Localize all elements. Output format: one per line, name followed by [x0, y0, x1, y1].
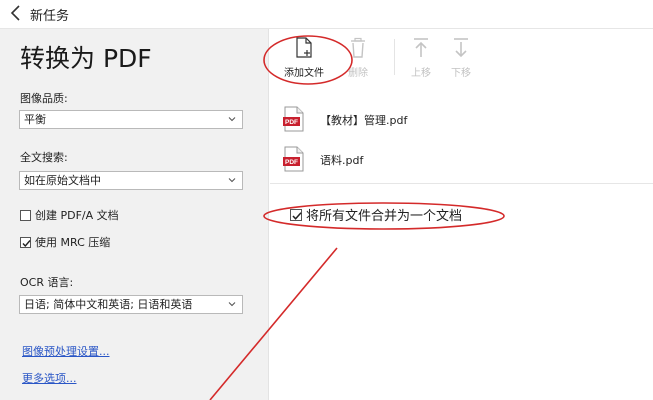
move-down-button[interactable]: 下移: [446, 37, 476, 83]
image-quality-value: 平衡: [24, 113, 46, 126]
move-down-label: 下移: [451, 68, 471, 79]
file-name: 【教材】管理.pdf: [320, 114, 408, 127]
mrc-label: 使用 MRC 压缩: [35, 236, 111, 249]
svg-text:PDF: PDF: [285, 159, 298, 166]
merge-checkbox[interactable]: [290, 209, 302, 221]
move-up-icon: [414, 38, 428, 57]
file-name: 语料.pdf: [320, 154, 364, 167]
pdfa-checkbox[interactable]: [20, 210, 31, 221]
title-bar: 新任务: [0, 0, 653, 29]
svg-text:PDF: PDF: [285, 119, 298, 126]
add-file-icon: [296, 37, 312, 58]
page-title: 转换为 PDF: [20, 44, 152, 73]
file-list: PDF 【教材】管理.pdf PDF 语料.pdf: [270, 88, 653, 184]
delete-button[interactable]: 删除: [340, 37, 376, 83]
ocr-language-select[interactable]: 日语; 简体中文和英语; 日语和英语: [19, 295, 243, 314]
merge-checkbox-row[interactable]: 将所有文件合并为一个文档: [290, 209, 462, 225]
pdf-icon: PDF: [283, 106, 304, 132]
add-file-button[interactable]: 添加文件: [280, 37, 328, 83]
settings-panel: 转换为 PDF 图像品质: 平衡 全文搜索: 如在原始文档中 创建 PDF/A …: [0, 29, 269, 400]
trash-icon: [351, 37, 365, 58]
mrc-checkbox-row[interactable]: 使用 MRC 压缩: [20, 236, 110, 250]
chevron-down-icon: [228, 302, 236, 307]
mrc-checkbox[interactable]: [20, 237, 31, 248]
image-quality-select[interactable]: 平衡: [19, 110, 243, 129]
pdfa-checkbox-row[interactable]: 创建 PDF/A 文档: [20, 209, 119, 223]
fulltext-search-label: 全文搜索:: [20, 151, 68, 164]
move-up-label: 上移: [411, 68, 431, 79]
chevron-down-icon: [228, 178, 236, 183]
back-arrow-icon[interactable]: [8, 3, 24, 23]
pdfa-label: 创建 PDF/A 文档: [35, 209, 119, 222]
toolbar-divider: [394, 39, 395, 75]
file-toolbar: 添加文件 删除 上移 下移: [270, 29, 653, 87]
pdf-icon: PDF: [283, 146, 304, 172]
move-up-button[interactable]: 上移: [406, 37, 436, 83]
ocr-language-value: 日语; 简体中文和英语; 日语和英语: [24, 298, 193, 311]
move-down-icon: [454, 38, 468, 58]
image-quality-label: 图像品质:: [20, 92, 68, 105]
add-file-label: 添加文件: [284, 68, 324, 79]
window-title: 新任务: [30, 9, 70, 24]
fulltext-search-value: 如在原始文档中: [24, 174, 101, 187]
delete-label: 删除: [348, 68, 368, 79]
more-options-link[interactable]: 更多选项...: [22, 370, 77, 386]
chevron-down-icon: [228, 117, 236, 122]
image-preprocess-link[interactable]: 图像预处理设置...: [22, 343, 110, 359]
merge-label: 将所有文件合并为一个文档: [306, 209, 463, 224]
fulltext-search-select[interactable]: 如在原始文档中: [19, 171, 243, 190]
ocr-language-label: OCR 语言:: [20, 276, 74, 289]
